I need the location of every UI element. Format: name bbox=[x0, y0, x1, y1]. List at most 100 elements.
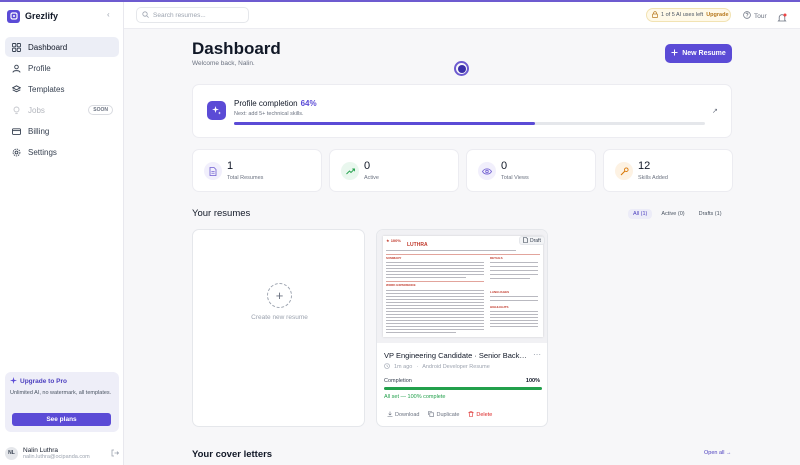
resume-preview-page: ★ 100% LUTHRA SUMMARY DETAILS WORK EXPER… bbox=[383, 236, 543, 337]
sidebar-item-label: Billing bbox=[28, 126, 50, 136]
gear-icon bbox=[11, 147, 21, 157]
stack-icon bbox=[11, 84, 21, 94]
eye-icon bbox=[478, 162, 496, 180]
preview-name: LUTHRA bbox=[407, 242, 428, 248]
preview-experience-heading: WORK EXPERIENCE bbox=[386, 283, 416, 287]
trend-up-icon bbox=[341, 162, 359, 180]
search-box[interactable]: Search resumes... bbox=[136, 7, 249, 23]
sidebar-item-label: Templates bbox=[28, 84, 65, 94]
stat-card-total-views: 0 Total Views bbox=[466, 149, 596, 192]
lightbulb-icon bbox=[11, 105, 21, 115]
sidebar-item-jobs[interactable]: Jobs SOON bbox=[5, 100, 119, 120]
plus-icon: + bbox=[267, 283, 292, 308]
sparkles-icon bbox=[207, 101, 226, 120]
resume-filters: All (1) Active (0) Drafts (1) bbox=[628, 209, 727, 219]
duplicate-button[interactable]: Duplicate bbox=[428, 411, 459, 419]
sidebar-item-label: Dashboard bbox=[28, 42, 68, 52]
tour-button[interactable]: Tour bbox=[743, 11, 767, 21]
create-resume-card[interactable]: + Create new resume bbox=[192, 229, 365, 427]
sidebar-item-billing[interactable]: Billing bbox=[5, 121, 119, 141]
clock-icon bbox=[384, 363, 390, 371]
create-resume-label: Create new resume bbox=[251, 314, 308, 321]
stat-value: 0 bbox=[501, 160, 508, 172]
copy-icon bbox=[428, 411, 435, 419]
sidebar-item-profile[interactable]: Profile bbox=[5, 58, 119, 78]
resume-actions: Download Duplicate Delete bbox=[387, 411, 492, 419]
ai-usage-pill[interactable]: 1 of 5 AI uses left Upgrade bbox=[646, 8, 731, 22]
preview-score: ★ 100% bbox=[386, 238, 401, 243]
new-resume-button[interactable]: New Resume bbox=[665, 44, 732, 63]
see-plans-button[interactable]: See plans bbox=[12, 413, 111, 426]
logout-icon[interactable] bbox=[111, 444, 120, 462]
resumes-section-title: Your resumes bbox=[192, 208, 251, 219]
soon-badge: SOON bbox=[88, 105, 113, 115]
stat-label: Skills Added bbox=[638, 175, 668, 181]
stat-value: 12 bbox=[638, 160, 651, 172]
profile-completion-title: Profile completion 64% bbox=[234, 99, 317, 108]
stat-card-total-resumes: 1 Total Resumes bbox=[192, 149, 322, 192]
sidebar-item-label: Profile bbox=[28, 63, 51, 73]
stat-label: Total Views bbox=[501, 175, 529, 181]
sidebar-item-settings[interactable]: Settings bbox=[5, 142, 119, 162]
user-icon bbox=[11, 63, 21, 73]
resume-card[interactable]: ★ 100% LUTHRA SUMMARY DETAILS WORK EXPER… bbox=[376, 229, 548, 427]
stat-value: 0 bbox=[364, 160, 371, 172]
completion-progress-bar bbox=[384, 387, 542, 390]
user-email: nalin.luthra@ocipanda.com bbox=[23, 453, 90, 460]
stat-card-active: 0 Active bbox=[329, 149, 459, 192]
plus-icon bbox=[671, 49, 678, 58]
sidebar-item-templates[interactable]: Templates bbox=[5, 79, 119, 99]
search-icon bbox=[142, 10, 149, 20]
upgrade-link[interactable]: Upgrade bbox=[706, 12, 728, 18]
upgrade-description: Unlimited AI, no watermark, all template… bbox=[10, 390, 112, 396]
document-icon bbox=[523, 236, 528, 245]
resume-title[interactable]: VP Engineering Candidate · Senior Backe.… bbox=[384, 351, 529, 360]
resume-template-name: Android Developer Resume bbox=[422, 364, 490, 370]
resume-updated-time: 1m ago bbox=[394, 364, 413, 370]
sparkle-icon bbox=[10, 377, 17, 386]
notification-bell-icon[interactable] bbox=[777, 10, 787, 28]
sidebar-item-dashboard[interactable]: Dashboard bbox=[5, 37, 119, 57]
profile-progress-fill bbox=[234, 122, 536, 125]
preview-details-heading: DETAILS bbox=[490, 256, 503, 260]
preview-summary-heading: SUMMARY bbox=[386, 256, 402, 260]
sidebar-item-label: Settings bbox=[28, 147, 57, 157]
brand[interactable]: Grezlify bbox=[7, 9, 58, 23]
resume-meta: 1m ago · Android Developer Resume bbox=[384, 363, 490, 371]
completion-progress-fill bbox=[384, 387, 542, 390]
user-account[interactable]: NL Nalin Luthra nalin.luthra@ocipanda.co… bbox=[5, 444, 120, 462]
delete-button[interactable]: Delete bbox=[468, 411, 492, 419]
cover-letters-section-title: Your cover letters bbox=[192, 449, 273, 460]
topbar: Search resumes... 1 of 5 AI uses left Up… bbox=[124, 2, 800, 29]
completion-percent: 100% bbox=[525, 378, 540, 384]
page-title: Dashboard bbox=[192, 39, 281, 58]
filter-all[interactable]: All (1) bbox=[628, 209, 653, 219]
stat-value: 1 bbox=[227, 160, 234, 172]
profile-progress-bar bbox=[234, 122, 705, 125]
stat-label: Active bbox=[364, 175, 379, 181]
profile-completion-card[interactable]: Profile completion 64% Next: add 5+ techn… bbox=[192, 84, 732, 138]
more-options-icon[interactable]: ⋯ bbox=[533, 350, 541, 359]
brand-name: Grezlify bbox=[25, 11, 59, 21]
download-button[interactable]: Download bbox=[387, 411, 419, 419]
open-all-link[interactable]: Open all → bbox=[704, 450, 732, 456]
collapse-sidebar-icon[interactable]: ‹ bbox=[107, 10, 110, 19]
stat-label: Total Resumes bbox=[227, 175, 264, 181]
arrow-up-right-icon[interactable]: ↗ bbox=[712, 107, 718, 115]
sidebar-nav: Dashboard Profile Templates Jobs SOON Bi… bbox=[5, 37, 119, 163]
search-input[interactable]: Search resumes... bbox=[153, 12, 206, 19]
resume-thumbnail[interactable]: ★ 100% LUTHRA SUMMARY DETAILS WORK EXPER… bbox=[377, 230, 547, 343]
ai-usage-text: 1 of 5 AI uses left bbox=[661, 12, 704, 18]
filter-drafts[interactable]: Drafts (1) bbox=[694, 209, 727, 219]
trash-icon bbox=[468, 411, 474, 419]
sidebar: Grezlify ‹ Dashboard Profile Templates J bbox=[0, 2, 124, 465]
stat-card-skills-added: 12 Skills Added bbox=[603, 149, 733, 192]
card-icon bbox=[11, 126, 21, 136]
brand-logo-icon bbox=[7, 9, 20, 23]
wrench-icon bbox=[615, 162, 633, 180]
upgrade-title: Upgrade to Pro bbox=[10, 377, 114, 386]
page-subtitle: Welcome back, Nalin. bbox=[192, 60, 255, 67]
filter-active[interactable]: Active (0) bbox=[656, 209, 689, 219]
document-icon bbox=[204, 162, 222, 180]
completion-label: Completion bbox=[384, 378, 412, 384]
